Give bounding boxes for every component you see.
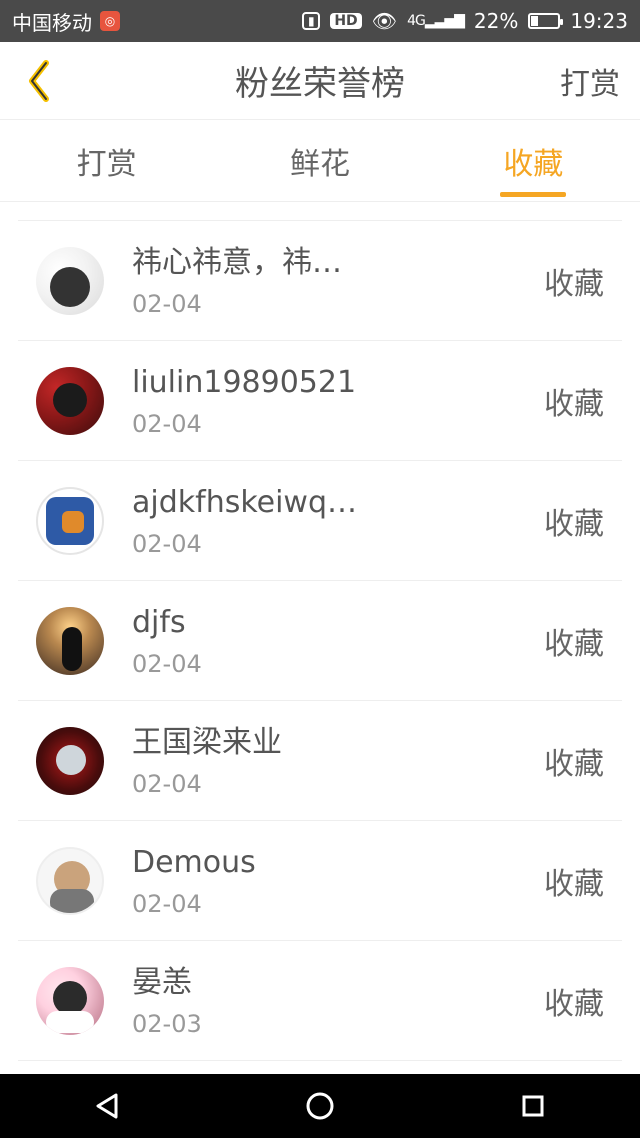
list-item[interactable]: 祎心祎意，祎… 02-04 收藏 [18, 221, 622, 341]
list-item-action: 收藏 [544, 986, 604, 1022]
reward-button[interactable]: 打赏 [560, 59, 620, 103]
list-item[interactable]: liulin19890521 02-04 收藏 [18, 341, 622, 461]
network-label: 4G [407, 13, 426, 29]
list-item-date: 02-04 [132, 289, 202, 318]
list-item-action: 收藏 [544, 866, 604, 902]
list-item-action: 收藏 [544, 386, 604, 422]
tabs: 打赏 鲜花 收藏 [0, 120, 640, 202]
avatar-user-6 [36, 846, 104, 915]
avatar-user-7 [36, 966, 104, 1035]
fans-list: 祎心祎意，祎… 02-04 收藏 liulin19890521 02-04 收藏… [18, 220, 622, 1061]
avatar-user-1 [36, 246, 104, 315]
list-item-name: 晏恙 [132, 964, 192, 1000]
tab-flowers[interactable]: 鲜花 [213, 120, 426, 201]
square-recent-icon [522, 1095, 544, 1117]
nav-back-button[interactable] [77, 1076, 137, 1136]
avatar-user-5 [36, 726, 104, 795]
tab-favorites[interactable]: 收藏 [427, 120, 640, 201]
list-item-name: 祎心祎意，祎… [132, 244, 342, 280]
list-item[interactable]: 王国梁来业 02-04 收藏 [18, 701, 622, 821]
list-item-action: 收藏 [544, 506, 604, 542]
triangle-back-icon [96, 1093, 118, 1119]
list-item-text: liulin19890521 02-04 [132, 364, 544, 438]
carrier-label: 中国移动 [12, 10, 92, 35]
list-item-text: 祎心祎意，祎… 02-04 [132, 244, 544, 318]
list-item-action: 收藏 [544, 266, 604, 302]
list-item-date: 02-04 [132, 409, 202, 438]
avatar-user-4 [36, 606, 104, 675]
list-item-name: djfs [132, 604, 186, 640]
list-item[interactable]: djfs 02-04 收藏 [18, 581, 622, 701]
list-item[interactable]: ajdkfhskeiwqo… 02-04 收藏 [18, 461, 622, 581]
status-time: 19:23 [570, 9, 628, 33]
list-item[interactable]: 晏恙 02-03 收藏 [18, 941, 622, 1061]
list-item-name: liulin19890521 [132, 364, 357, 400]
list-item-text: Demous 02-04 [132, 844, 544, 918]
battery-fill [531, 16, 538, 26]
avatar-user-2 [36, 366, 104, 435]
list-item-text: 王国梁来业 02-04 [132, 724, 544, 798]
battery-icon [528, 13, 564, 29]
status-bar: 中国移动 ◎ ▮ HD 👁 4G▂▃▅▇ 22% 19:23 [0, 0, 640, 42]
header: 粉丝荣誉榜 打赏 [0, 42, 640, 120]
list-item-date: 02-04 [132, 649, 202, 678]
list-item-name: ajdkfhskeiwqo… [132, 484, 372, 520]
list-item-action: 收藏 [544, 626, 604, 662]
list-item-date: 02-04 [132, 769, 202, 798]
notification-icon: ◎ [100, 11, 120, 31]
status-left: 中国移动 ◎ [12, 7, 120, 36]
page-title: 粉丝荣誉榜 [235, 64, 405, 104]
list-item-text: ajdkfhskeiwqo… 02-04 [132, 484, 544, 558]
tab-reward[interactable]: 打赏 [0, 120, 213, 201]
avatar-user-3 [36, 486, 104, 555]
battery-percent: 22% [473, 9, 519, 33]
list-item-name: Demous [132, 844, 256, 880]
nav-home-button[interactable] [290, 1076, 350, 1136]
list-item-date: 02-04 [132, 529, 202, 558]
list-item-text: 晏恙 02-03 [132, 964, 544, 1038]
eye-icon: 👁 [371, 9, 398, 33]
vibrate-icon: ▮ [302, 12, 321, 30]
list-item-text: djfs 02-04 [132, 604, 544, 678]
list-item[interactable]: Demous 02-04 收藏 [18, 821, 622, 941]
signal-icon: 4G▂▃▅▇ [407, 13, 465, 29]
circle-home-icon [306, 1092, 334, 1120]
list-item-name: 王国梁来业 [132, 724, 282, 760]
list-item-date: 02-03 [132, 1009, 202, 1038]
list-item-action: 收藏 [544, 746, 604, 782]
list-item-date: 02-04 [132, 889, 202, 918]
system-nav-bar [0, 1074, 640, 1138]
nav-recent-button[interactable] [503, 1076, 563, 1136]
status-right: ▮ HD 👁 4G▂▃▅▇ 22% 19:23 [302, 9, 628, 33]
hd-badge: HD [330, 13, 362, 29]
